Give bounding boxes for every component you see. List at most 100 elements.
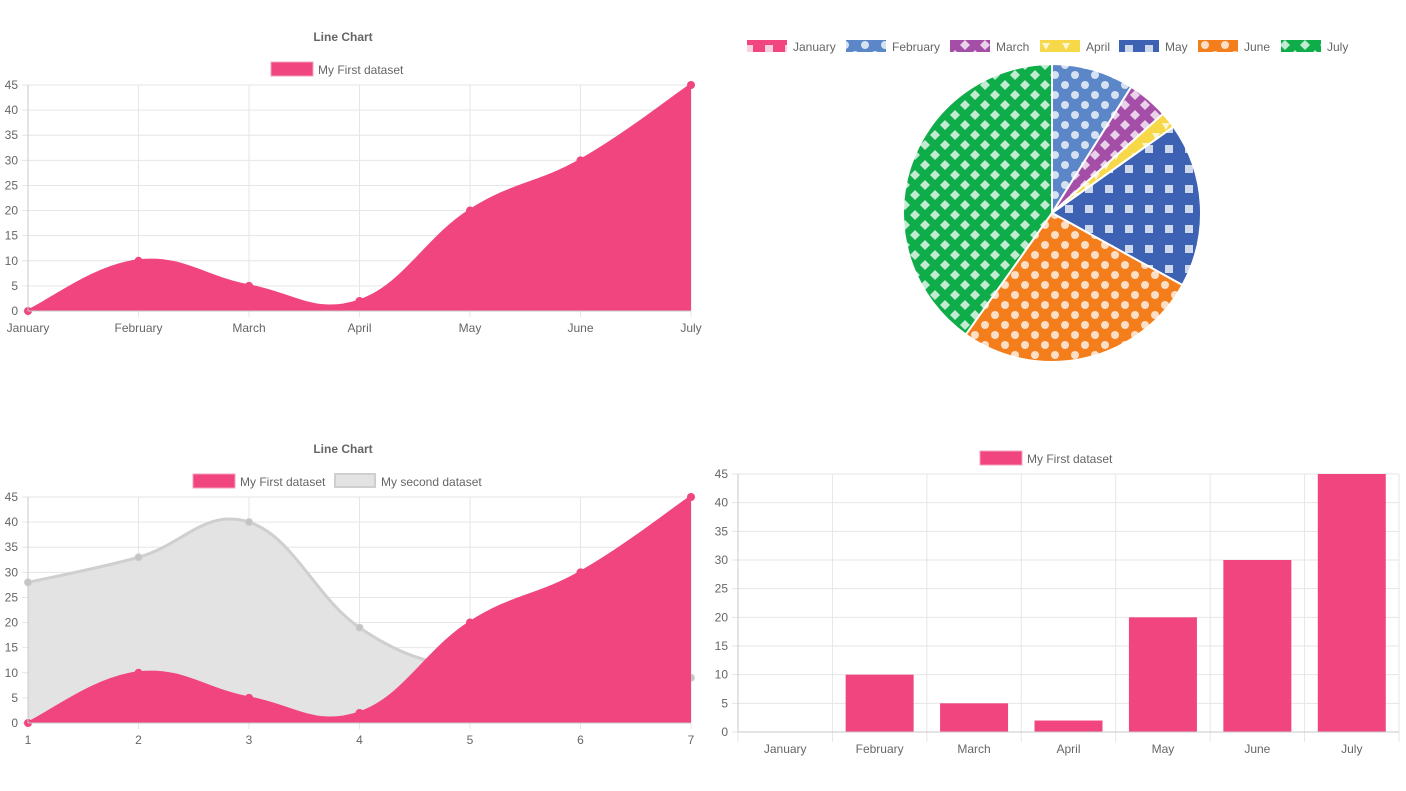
y-tick-label: 5 <box>11 279 18 293</box>
x-tick-label: June <box>1244 742 1270 756</box>
legend-swatch-first-dataset[interactable] <box>270 61 314 77</box>
x-tick-label: 2 <box>135 733 142 747</box>
line-chart-bottom: Line Chart My First dataset My second da… <box>5 442 695 747</box>
legend-label-may[interactable]: May <box>1165 40 1188 54</box>
x-tick-label: July <box>1341 742 1362 756</box>
y-tick-label: 0 <box>11 304 18 318</box>
x-tick-label: April <box>1056 742 1080 756</box>
legend: My First dataset <box>979 450 1113 466</box>
data-point-series-2 <box>134 553 143 562</box>
x-tick-label: March <box>957 742 990 756</box>
y-tick-label: 20 <box>5 204 19 218</box>
y-tick-label: 10 <box>5 254 19 268</box>
y-tick-label: 20 <box>715 610 729 624</box>
y-tick-label: 35 <box>715 524 729 538</box>
y-tick-label: 5 <box>11 691 18 705</box>
x-tick-label: 1 <box>25 733 32 747</box>
data-point-series-1 <box>134 668 143 677</box>
bar <box>845 674 914 732</box>
legend-label-april[interactable]: April <box>1086 40 1110 54</box>
legend: January February March April May June July <box>747 40 1348 54</box>
legend-swatch-july[interactable] <box>1281 40 1321 52</box>
bar <box>1034 720 1103 732</box>
legend-label-first-dataset[interactable]: My First dataset <box>1027 452 1113 466</box>
legend-label-first-dataset[interactable]: My First dataset <box>240 475 326 489</box>
y-tick-label: 40 <box>5 515 19 529</box>
legend: My First dataset <box>270 61 404 77</box>
data-point-series-2 <box>245 518 253 527</box>
x-tick-label: May <box>459 321 482 335</box>
x-tick-label: 3 <box>246 733 253 747</box>
data-point-series-1 <box>134 256 143 265</box>
y-tick-label: 25 <box>5 178 19 192</box>
x-tick-label: 5 <box>467 733 474 747</box>
y-tick-label: 5 <box>721 696 728 710</box>
x-tick-label: January <box>764 742 807 756</box>
legend-label-june[interactable]: June <box>1244 40 1270 54</box>
legend: My First dataset My second dataset <box>192 473 482 489</box>
legend-swatch-march[interactable] <box>950 40 990 52</box>
bar <box>1128 617 1197 732</box>
legend-swatch-january[interactable] <box>747 40 787 52</box>
data-point-series-1 <box>355 708 364 717</box>
chart-title: Line Chart <box>313 30 372 44</box>
chart-title: Line Chart <box>313 442 372 456</box>
x-tick-label: February <box>114 321 162 335</box>
data-point-series-1 <box>245 693 253 702</box>
legend-swatch-first-dataset[interactable] <box>192 473 236 489</box>
data-point-series-1 <box>466 618 474 627</box>
y-tick-label: 25 <box>715 582 729 596</box>
data-point-series-2 <box>355 623 364 632</box>
pie-chart: January February March April May June July <box>747 40 1348 363</box>
y-tick-label: 35 <box>5 540 19 554</box>
y-tick-label: 10 <box>5 666 19 680</box>
legend-swatch-february[interactable] <box>846 40 886 52</box>
y-tick-label: 0 <box>11 716 18 730</box>
legend-label-february[interactable]: February <box>892 40 940 54</box>
legend-label-march[interactable]: March <box>996 40 1029 54</box>
legend-swatch-first-dataset[interactable] <box>979 450 1023 466</box>
y-tick-label: 45 <box>5 78 19 92</box>
y-tick-label: 25 <box>5 590 19 604</box>
data-point-series-1 <box>355 296 364 305</box>
y-tick-label: 10 <box>715 668 729 682</box>
legend-label-second-dataset[interactable]: My second dataset <box>381 475 482 489</box>
y-tick-label: 0 <box>721 725 728 739</box>
line-chart-top: Line Chart My First dataset 0 5 10 15 20 25 30… <box>5 30 702 335</box>
y-tick-label: 30 <box>5 153 19 167</box>
x-tick-label: 6 <box>577 733 584 747</box>
x-tick-label: June <box>567 321 593 335</box>
legend-label-january[interactable]: January <box>793 40 836 54</box>
x-tick-label: July <box>680 321 701 335</box>
legend-swatch-april[interactable] <box>1040 40 1080 52</box>
legend-swatch-june[interactable] <box>1198 40 1238 52</box>
x-tick-label: March <box>232 321 265 335</box>
x-tick-label: January <box>7 321 50 335</box>
y-tick-label: 45 <box>5 490 19 504</box>
y-tick-label: 15 <box>715 639 729 653</box>
y-tick-label: 35 <box>5 128 19 142</box>
dashboard-canvas: Line Chart My First dataset 051015202530… <box>5 30 1400 756</box>
y-tick-label: 40 <box>5 103 19 117</box>
y-tick-label: 40 <box>715 496 729 510</box>
legend-label-first-dataset[interactable]: My First dataset <box>318 63 404 77</box>
y-tick-label: 30 <box>5 565 19 579</box>
data-point-series-1 <box>576 568 585 577</box>
y-tick-label: 15 <box>5 641 19 655</box>
y-tick-label: 45 <box>715 467 729 481</box>
legend-label-july[interactable]: July <box>1327 40 1348 54</box>
y-tick-label: 15 <box>5 229 19 243</box>
x-tick-label: April <box>347 321 371 335</box>
data-point-series-1 <box>466 206 474 215</box>
data-point-series-1 <box>687 81 695 89</box>
data-point-series-1 <box>245 281 253 290</box>
bar-chart: My First dataset 0 5 10 15 20 25 30 35 40 45 Janua… <box>715 450 1400 756</box>
x-tick-label: May <box>1152 742 1175 756</box>
legend-swatch-second-dataset[interactable] <box>334 473 376 488</box>
legend-swatch-may[interactable] <box>1119 40 1159 52</box>
x-tick-label: 7 <box>688 733 695 747</box>
x-tick-label: February <box>856 742 904 756</box>
y-tick-label: 30 <box>715 553 729 567</box>
y-tick-label: 20 <box>5 616 19 630</box>
data-point-series-1 <box>687 493 695 501</box>
